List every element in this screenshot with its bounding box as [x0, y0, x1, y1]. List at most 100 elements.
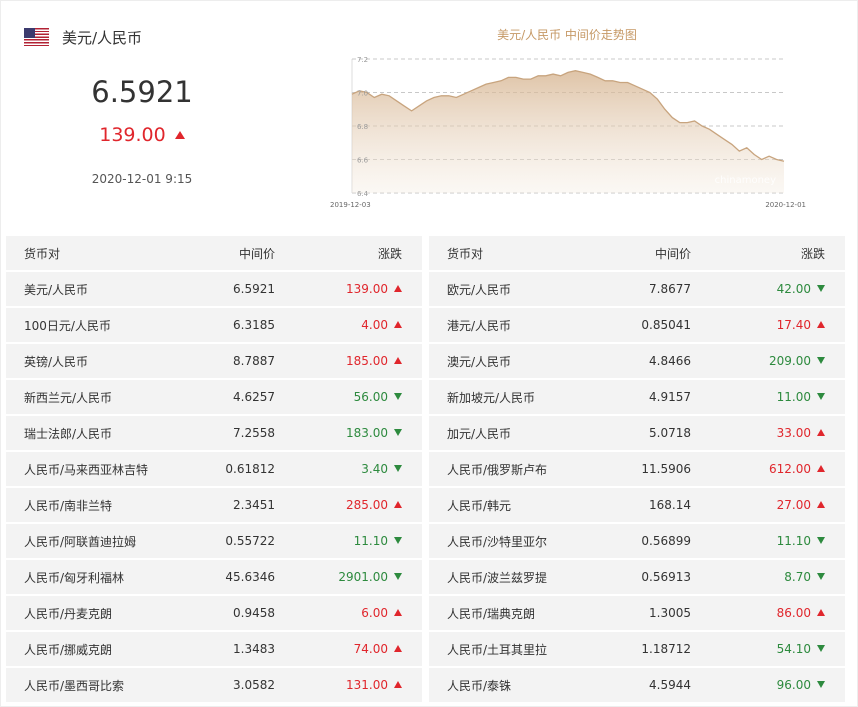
- pair-name[interactable]: 人民币/波兰兹罗提: [447, 571, 547, 585]
- table-row[interactable]: 港元/人民币 0.85041 17.40: [429, 308, 845, 342]
- pair-name[interactable]: 英镑/人民币: [24, 355, 88, 369]
- pair-name[interactable]: 瑞士法郎/人民币: [24, 427, 112, 441]
- pair-name[interactable]: 港元/人民币: [447, 319, 511, 333]
- table-row[interactable]: 加元/人民币 5.0718 33.00: [429, 416, 845, 450]
- pair-name[interactable]: 澳元/人民币: [447, 355, 511, 369]
- pair-cell[interactable]: 人民币/土耳其里拉: [429, 632, 594, 666]
- pair-name[interactable]: 人民币/墨西哥比索: [24, 679, 124, 693]
- table-row[interactable]: 人民币/丹麦克朗 0.9458 6.00: [6, 596, 422, 630]
- pair-cell[interactable]: 人民币/沙特里亚尔: [429, 524, 594, 558]
- current-change: 139.00: [0, 124, 284, 146]
- pair-name[interactable]: 人民币/挪威克朗: [24, 643, 112, 657]
- pair-name[interactable]: 100日元/人民币: [24, 319, 111, 333]
- table-row[interactable]: 人民币/韩元 168.14 27.00: [429, 488, 845, 522]
- pair-cell[interactable]: 人民币/马来西亚林吉特: [6, 452, 171, 486]
- change-value: 33.00: [776, 426, 811, 440]
- table-row[interactable]: 人民币/泰铢 4.5944 96.00: [429, 668, 845, 702]
- pair-cell[interactable]: 100日元/人民币: [6, 308, 171, 342]
- change-cell: 285.00: [275, 488, 422, 522]
- pair-cell[interactable]: 人民币/俄罗斯卢布: [429, 452, 594, 486]
- rate-table-right: 货币对 中间价 涨跌 欧元/人民币 7.8677 42.00 港元/人民币 0.8504…: [429, 234, 845, 704]
- y-tick-label: 7.2: [357, 56, 368, 64]
- pair-name[interactable]: 人民币/沙特里亚尔: [447, 535, 547, 549]
- pair-cell[interactable]: 英镑/人民币: [6, 344, 171, 378]
- up-arrow-icon: [817, 465, 825, 472]
- down-arrow-icon: [394, 465, 402, 472]
- pair-cell[interactable]: 新加坡元/人民币: [429, 380, 594, 414]
- mid-rate: 6.5921: [171, 272, 275, 306]
- pair-name[interactable]: 新加坡元/人民币: [447, 391, 535, 405]
- pair-cell[interactable]: 人民币/挪威克朗: [6, 632, 171, 666]
- pair-cell[interactable]: 新西兰元/人民币: [6, 380, 171, 414]
- table-row[interactable]: 人民币/墨西哥比索 3.0582 131.00: [6, 668, 422, 702]
- pair-name[interactable]: 加元/人民币: [447, 427, 511, 441]
- pair-cell[interactable]: 人民币/韩元: [429, 488, 594, 522]
- pair-cell[interactable]: 加元/人民币: [429, 416, 594, 450]
- change-cell: 131.00: [275, 668, 422, 702]
- pair-cell[interactable]: 人民币/阿联酋迪拉姆: [6, 524, 171, 558]
- pair-name[interactable]: 人民币/俄罗斯卢布: [447, 463, 547, 477]
- mid-rate: 0.61812: [171, 452, 275, 486]
- up-arrow-icon: [394, 321, 402, 328]
- table-row[interactable]: 人民币/沙特里亚尔 0.56899 11.10: [429, 524, 845, 558]
- change-cell: 2901.00: [275, 560, 422, 594]
- pair-name[interactable]: 人民币/泰铢: [447, 679, 511, 693]
- table-row[interactable]: 人民币/马来西亚林吉特 0.61812 3.40: [6, 452, 422, 486]
- pair-cell[interactable]: 人民币/丹麦克朗: [6, 596, 171, 630]
- pair-cell[interactable]: 瑞士法郎/人民币: [6, 416, 171, 450]
- mid-rate: 0.85041: [594, 308, 691, 342]
- table-row[interactable]: 美元/人民币 6.5921 139.00: [6, 272, 422, 306]
- table-row[interactable]: 人民币/挪威克朗 1.3483 74.00: [6, 632, 422, 666]
- pair-name[interactable]: 人民币/丹麦克朗: [24, 607, 112, 621]
- header-pair: 货币对: [429, 236, 594, 270]
- table-row[interactable]: 人民币/匈牙利福林 45.6346 2901.00: [6, 560, 422, 594]
- pair-cell[interactable]: 人民币/南非兰特: [6, 488, 171, 522]
- table-row[interactable]: 澳元/人民币 4.8466 209.00: [429, 344, 845, 378]
- table-row[interactable]: 人民币/南非兰特 2.3451 285.00: [6, 488, 422, 522]
- pair-name[interactable]: 人民币/马来西亚林吉特: [24, 463, 148, 477]
- table-row[interactable]: 英镑/人民币 8.7887 185.00: [6, 344, 422, 378]
- change-cell: 183.00: [275, 416, 422, 450]
- pair-cell[interactable]: 人民币/波兰兹罗提: [429, 560, 594, 594]
- pair-name[interactable]: 人民币/韩元: [447, 499, 511, 513]
- pair-name[interactable]: 人民币/土耳其里拉: [447, 643, 547, 657]
- table-row[interactable]: 新西兰元/人民币 4.6257 56.00: [6, 380, 422, 414]
- down-arrow-icon: [817, 393, 825, 400]
- table-row[interactable]: 新加坡元/人民币 4.9157 11.00: [429, 380, 845, 414]
- pair-cell[interactable]: 港元/人民币: [429, 308, 594, 342]
- up-arrow-icon: [394, 609, 402, 616]
- up-arrow-icon: [394, 681, 402, 688]
- pair-name[interactable]: 美元/人民币: [24, 283, 88, 297]
- mid-rate: 0.55722: [171, 524, 275, 558]
- pair-name[interactable]: 欧元/人民币: [447, 283, 511, 297]
- mid-rate: 8.7887: [171, 344, 275, 378]
- current-change-value: 139.00: [99, 124, 166, 146]
- pair-name[interactable]: 人民币/匈牙利福林: [24, 571, 124, 585]
- table-row[interactable]: 人民币/阿联酋迪拉姆 0.55722 11.10: [6, 524, 422, 558]
- up-arrow-icon: [394, 501, 402, 508]
- change-cell: 209.00: [691, 344, 845, 378]
- pair-name[interactable]: 人民币/瑞典克朗: [447, 607, 535, 621]
- table-row[interactable]: 瑞士法郎/人民币 7.2558 183.00: [6, 416, 422, 450]
- change-cell: 4.00: [275, 308, 422, 342]
- pair-name[interactable]: 人民币/阿联酋迪拉姆: [24, 535, 136, 549]
- mid-rate: 168.14: [594, 488, 691, 522]
- table-row[interactable]: 100日元/人民币 6.3185 4.00: [6, 308, 422, 342]
- down-arrow-icon: [817, 681, 825, 688]
- pair-cell[interactable]: 人民币/瑞典克朗: [429, 596, 594, 630]
- pair-cell[interactable]: 人民币/泰铢: [429, 668, 594, 702]
- pair-cell[interactable]: 美元/人民币: [6, 272, 171, 306]
- pair-cell[interactable]: 人民币/匈牙利福林: [6, 560, 171, 594]
- table-row[interactable]: 人民币/波兰兹罗提 0.56913 8.70: [429, 560, 845, 594]
- y-tick-label: 6.4: [357, 190, 369, 198]
- table-row[interactable]: 欧元/人民币 7.8677 42.00: [429, 272, 845, 306]
- table-row[interactable]: 人民币/俄罗斯卢布 11.5906 612.00: [429, 452, 845, 486]
- up-arrow-icon: [817, 429, 825, 436]
- table-row[interactable]: 人民币/瑞典克朗 1.3005 86.00: [429, 596, 845, 630]
- pair-cell[interactable]: 欧元/人民币: [429, 272, 594, 306]
- pair-cell[interactable]: 澳元/人民币: [429, 344, 594, 378]
- pair-name[interactable]: 人民币/南非兰特: [24, 499, 112, 513]
- table-row[interactable]: 人民币/土耳其里拉 1.18712 54.10: [429, 632, 845, 666]
- pair-cell[interactable]: 人民币/墨西哥比索: [6, 668, 171, 702]
- pair-name[interactable]: 新西兰元/人民币: [24, 391, 112, 405]
